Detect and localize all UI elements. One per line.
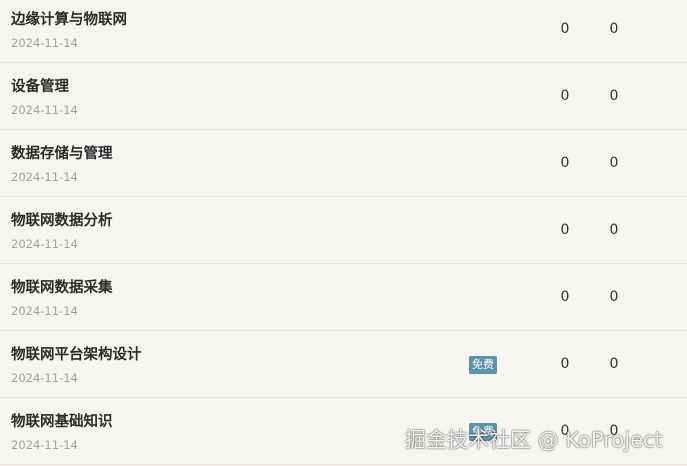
item-count-secondary: 0 xyxy=(609,21,619,37)
item-count-secondary: 0 xyxy=(609,289,619,305)
list-item[interactable]: 物联网平台架构设计 2024-11-14 免费 0 0 xyxy=(0,331,687,398)
item-count-primary: 0 xyxy=(560,222,570,238)
item-count-primary: 0 xyxy=(560,289,570,305)
item-date: 2024-11-14 xyxy=(11,36,78,50)
list-item[interactable]: 物联网数据采集 2024-11-14 0 0 xyxy=(0,264,687,331)
list-item[interactable]: 物联网数据分析 2024-11-14 0 0 xyxy=(0,197,687,264)
list-item[interactable]: 数据存储与管理 2024-11-14 0 0 xyxy=(0,130,687,197)
item-count-primary: 0 xyxy=(560,88,570,104)
item-title[interactable]: 物联网数据分析 xyxy=(11,209,113,230)
item-title[interactable]: 数据存储与管理 xyxy=(11,142,113,163)
item-date: 2024-11-14 xyxy=(11,304,78,318)
item-date: 2024-11-14 xyxy=(11,170,78,184)
item-title[interactable]: 设备管理 xyxy=(11,75,69,96)
item-count-secondary: 0 xyxy=(609,356,619,372)
item-count-primary: 0 xyxy=(560,21,570,37)
item-date: 2024-11-14 xyxy=(11,103,78,117)
article-list: 边缘计算与物联网 2024-11-14 0 0 设备管理 2024-11-14 … xyxy=(0,0,687,465)
item-title[interactable]: 物联网平台架构设计 xyxy=(11,343,142,364)
item-count-primary: 0 xyxy=(560,155,570,171)
item-title[interactable]: 边缘计算与物联网 xyxy=(11,8,127,29)
item-title[interactable]: 物联网数据采集 xyxy=(11,276,113,297)
item-count-primary: 0 xyxy=(560,356,570,372)
list-item[interactable]: 边缘计算与物联网 2024-11-14 0 0 xyxy=(0,0,687,63)
item-count-secondary: 0 xyxy=(609,155,619,171)
free-badge: 免费 xyxy=(469,356,497,374)
item-count-secondary: 0 xyxy=(609,222,619,238)
item-count-secondary: 0 xyxy=(609,88,619,104)
list-item[interactable]: 设备管理 2024-11-14 0 0 xyxy=(0,63,687,130)
item-date: 2024-11-14 xyxy=(11,237,78,251)
item-date: 2024-11-14 xyxy=(11,438,78,452)
watermark: 掘金技术社区 @ KoProject xyxy=(405,428,663,452)
item-date: 2024-11-14 xyxy=(11,371,78,385)
item-title[interactable]: 物联网基础知识 xyxy=(11,410,113,431)
